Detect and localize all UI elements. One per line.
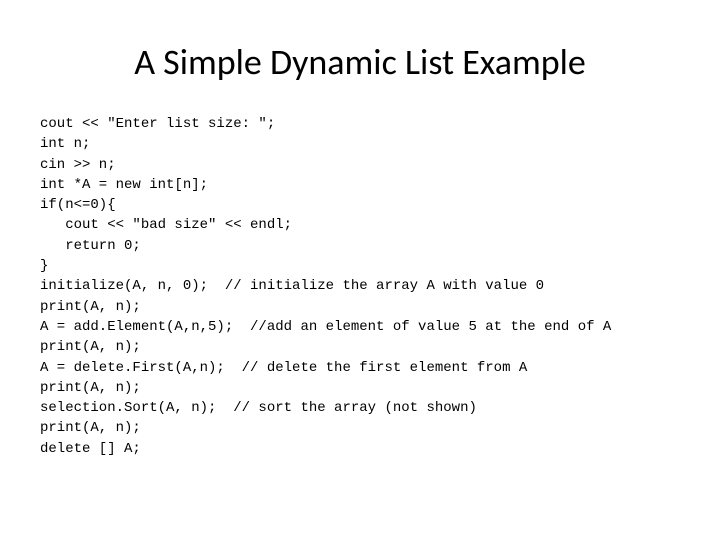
page-title: A Simple Dynamic List Example bbox=[40, 40, 680, 84]
code-line: initialize(A, n, 0); // initialize the a… bbox=[40, 278, 544, 294]
code-line: if(n<=0){ bbox=[40, 197, 116, 213]
code-line: return 0; bbox=[40, 238, 141, 254]
code-line: print(A, n); bbox=[40, 380, 141, 396]
slide: A Simple Dynamic List Example cout << "E… bbox=[0, 0, 720, 540]
code-block: cout << "Enter list size: "; int n; cin … bbox=[40, 114, 680, 459]
code-line: cout << "bad size" << endl; bbox=[40, 217, 292, 233]
code-line: print(A, n); bbox=[40, 420, 141, 436]
code-line: int n; bbox=[40, 136, 90, 152]
code-line: cin >> n; bbox=[40, 157, 116, 173]
code-line: print(A, n); bbox=[40, 299, 141, 315]
code-line: } bbox=[40, 258, 48, 274]
code-line: print(A, n); bbox=[40, 339, 141, 355]
code-line: selection.Sort(A, n); // sort the array … bbox=[40, 400, 477, 416]
code-line: delete [] A; bbox=[40, 441, 141, 457]
code-line: int *A = new int[n]; bbox=[40, 177, 208, 193]
code-line: A = delete.First(A,n); // delete the fir… bbox=[40, 360, 527, 376]
code-line: A = add.Element(A,n,5); //add an element… bbox=[40, 319, 611, 335]
code-line: cout << "Enter list size: "; bbox=[40, 116, 275, 132]
